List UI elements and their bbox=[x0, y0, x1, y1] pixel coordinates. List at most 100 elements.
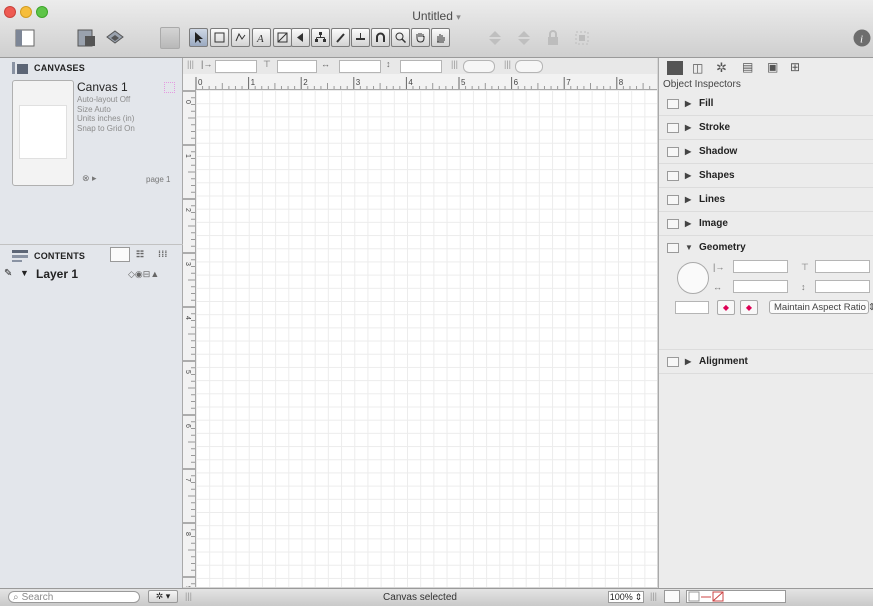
shape-picker[interactable] bbox=[463, 60, 495, 73]
hierarchy-view-icon[interactable]: ☷ bbox=[136, 249, 144, 260]
geometry-height-field[interactable] bbox=[815, 280, 870, 293]
x-position-field[interactable] bbox=[215, 60, 257, 73]
rotation-dial[interactable] bbox=[677, 262, 709, 294]
height-field[interactable] bbox=[400, 60, 442, 73]
pencil-icon[interactable]: ✎ bbox=[4, 268, 12, 279]
bring-forward-icon[interactable] bbox=[484, 27, 506, 49]
y-icon: ⊤ bbox=[801, 262, 809, 272]
shape-tool-button[interactable] bbox=[231, 28, 250, 47]
ruler-tick-label: 8 bbox=[619, 78, 624, 87]
layers-icon[interactable] bbox=[104, 27, 126, 49]
title-chevron-icon[interactable]: ▾ bbox=[456, 12, 461, 22]
disclosure-triangle-icon[interactable]: ▶ bbox=[685, 171, 693, 180]
inspector-layout-icon[interactable] bbox=[76, 27, 98, 49]
selection-tool-button[interactable] bbox=[189, 28, 208, 47]
canvas-inspector-tab-icon[interactable]: ▤ bbox=[742, 60, 753, 74]
vertical-ruler: 0 1 2 3 4 5 6 7 8 9 bbox=[183, 89, 196, 587]
style-inspector-tab-icon[interactable] bbox=[667, 61, 683, 75]
lines-label: Lines bbox=[699, 194, 726, 205]
units-info: Units inches (in) bbox=[77, 114, 135, 123]
style-brush-tool-button[interactable] bbox=[331, 28, 350, 47]
group-icon[interactable] bbox=[571, 27, 593, 49]
inspector-title: Object Inspectors bbox=[663, 79, 741, 90]
x-icon: |→ bbox=[713, 262, 725, 272]
rotation-field[interactable] bbox=[675, 301, 709, 314]
grid-view-icon[interactable]: ⁞⁞⁞ bbox=[158, 249, 168, 259]
layers-disclosure-icon[interactable]: ⊗ ▸ bbox=[82, 173, 97, 184]
shapes-section[interactable]: ▶ Shapes bbox=[659, 164, 873, 188]
list-view-icon[interactable] bbox=[110, 247, 130, 262]
no-color-icon bbox=[688, 591, 724, 602]
magnet-tool-button[interactable] bbox=[351, 28, 370, 47]
vruler-tick-label: 0 bbox=[184, 100, 191, 104]
canvas-name[interactable]: Canvas 1 bbox=[77, 80, 128, 94]
alignment-section[interactable]: ▶ Alignment bbox=[659, 349, 873, 374]
rubber-stamp-tool-button[interactable] bbox=[371, 28, 390, 47]
properties-inspector-tab-icon[interactable]: ◫ bbox=[692, 61, 703, 75]
disclosure-triangle-icon[interactable]: ▶ bbox=[685, 195, 693, 204]
aspect-ratio-select[interactable]: Maintain Aspect Ratio ⇕ bbox=[769, 300, 873, 314]
fill-label: Fill bbox=[699, 98, 714, 109]
canvas-thumbnail[interactable] bbox=[12, 80, 74, 186]
window-title-text: Untitled bbox=[412, 9, 453, 23]
flip-horizontal-button[interactable]: ◆ bbox=[717, 300, 735, 315]
geometry-width-field[interactable] bbox=[733, 280, 788, 293]
drawing-canvas[interactable] bbox=[196, 90, 657, 587]
width-field[interactable] bbox=[339, 60, 381, 73]
hand-tool-button[interactable] bbox=[411, 28, 430, 47]
image-label: Image bbox=[699, 218, 728, 229]
browse-tool-button[interactable] bbox=[431, 28, 450, 47]
lines-icon bbox=[667, 194, 679, 205]
expand-layer-icon[interactable]: ▼ bbox=[20, 268, 29, 278]
fill-section[interactable]: ▶ Fill bbox=[659, 92, 873, 116]
rectangle-tool-button[interactable] bbox=[210, 28, 229, 47]
drag-handle-3-icon[interactable]: ||| bbox=[504, 59, 511, 69]
geometry-x-field[interactable] bbox=[733, 260, 788, 273]
drag-handle-icon[interactable]: ||| bbox=[650, 591, 657, 601]
layer-name[interactable]: Layer 1 bbox=[36, 267, 78, 281]
lines-section[interactable]: ▶ Lines bbox=[659, 188, 873, 212]
auto-layout-info: Auto-layout Off bbox=[77, 95, 131, 104]
zoom-stepper[interactable]: 100% ⇕ bbox=[608, 591, 644, 603]
canvases-header: CANVASES bbox=[0, 58, 194, 78]
layer-visibility-icons[interactable]: ◇◉⊟▲ bbox=[128, 269, 159, 280]
ruler-tick-label: 3 bbox=[356, 78, 361, 87]
ruler-tick-label: 4 bbox=[408, 78, 413, 87]
flip-vertical-button[interactable]: ◆ bbox=[740, 300, 758, 315]
disclosure-triangle-icon[interactable]: ▶ bbox=[685, 123, 693, 132]
info-icon[interactable]: i bbox=[851, 27, 873, 49]
disclosure-triangle-icon[interactable]: ▶ bbox=[685, 147, 693, 156]
disclosure-triangle-icon[interactable]: ▶ bbox=[685, 219, 693, 228]
send-backward-icon[interactable] bbox=[513, 27, 535, 49]
lock-icon[interactable] bbox=[542, 27, 564, 49]
shadow-section[interactable]: ▶ Shadow bbox=[659, 140, 873, 164]
diagram-tool-button[interactable] bbox=[311, 28, 330, 47]
style-tray-icon[interactable] bbox=[160, 27, 180, 49]
zoom-tool-button[interactable] bbox=[391, 28, 410, 47]
drag-handle-2-icon[interactable]: ||| bbox=[451, 59, 458, 69]
fill-icon bbox=[667, 98, 679, 109]
y-position-field[interactable] bbox=[277, 60, 317, 73]
image-section[interactable]: ▶ Image bbox=[659, 212, 873, 236]
page-label: page 1 bbox=[146, 175, 171, 184]
disclosure-triangle-icon[interactable]: ▶ bbox=[685, 357, 693, 366]
stroke-section[interactable]: ▶ Stroke bbox=[659, 116, 873, 140]
sidebar-toggle-icon[interactable] bbox=[14, 27, 36, 49]
drag-handle-icon[interactable]: ||| bbox=[187, 59, 194, 69]
disclosure-triangle-icon[interactable]: ▶ bbox=[685, 99, 693, 108]
geometry-y-field[interactable] bbox=[815, 260, 870, 273]
text-tool-button[interactable]: A bbox=[252, 28, 271, 47]
document-inspector-tab-icon[interactable]: ▣ bbox=[767, 60, 778, 74]
disclosure-triangle-icon[interactable]: ▼ bbox=[685, 243, 693, 252]
fill-color-well[interactable] bbox=[664, 590, 680, 603]
contents-header-label: CONTENTS bbox=[34, 251, 86, 261]
layer-row[interactable]: ✎ ▼ Layer 1 ◇◉⊟▲ bbox=[0, 267, 182, 283]
geometry-section[interactable]: ▼ Geometry bbox=[659, 236, 873, 259]
point-tool-button[interactable] bbox=[291, 28, 310, 47]
gear-inspector-tab-icon[interactable]: ✲ bbox=[716, 60, 727, 76]
line-tool-button[interactable] bbox=[273, 28, 292, 47]
width-icon: ↔ bbox=[321, 59, 330, 69]
grid-inspector-tab-icon[interactable]: ⊞ bbox=[790, 60, 800, 74]
wrap-picker[interactable] bbox=[515, 60, 543, 73]
stroke-color-well[interactable] bbox=[686, 590, 786, 603]
